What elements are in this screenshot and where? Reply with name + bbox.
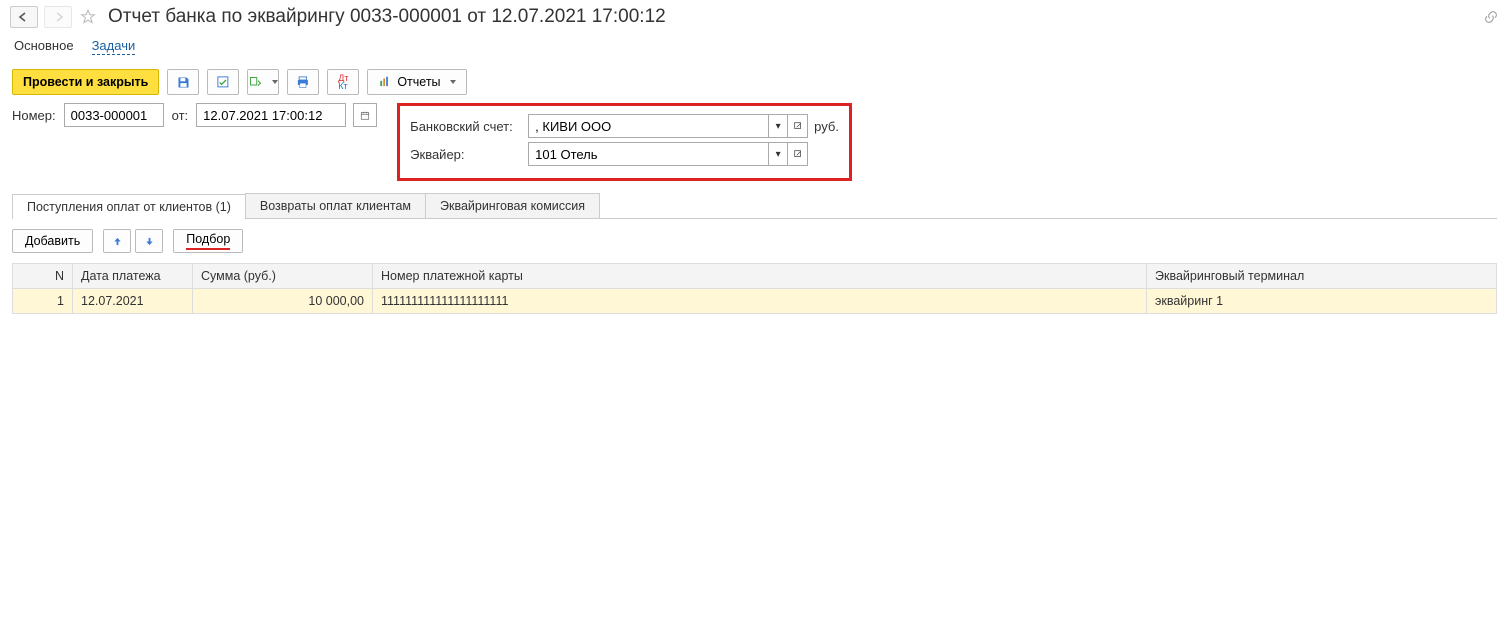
cell-terminal: эквайринг 1 (1147, 289, 1497, 314)
number-label: Номер: (12, 108, 56, 123)
currency-label: руб. (814, 119, 839, 134)
payments-table: N Дата платежа Сумма (руб.) Номер платеж… (12, 263, 1497, 314)
number-input[interactable] (64, 103, 164, 127)
table-row[interactable]: 1 12.07.2021 10 000,00 11111111111111111… (13, 289, 1497, 314)
bank-account-open-button[interactable] (788, 114, 808, 138)
cell-card: 111111111111111111111 (373, 289, 1147, 314)
col-sum[interactable]: Сумма (руб.) (193, 264, 373, 289)
move-down-button[interactable] (135, 229, 163, 253)
from-label: от: (172, 108, 189, 123)
acquirer-input[interactable] (528, 142, 768, 166)
bank-account-dropdown-button[interactable]: ▾ (768, 114, 788, 138)
create-based-on-button[interactable] (247, 69, 279, 95)
post-and-close-button[interactable]: Провести и закрыть (12, 69, 159, 95)
move-up-button[interactable] (103, 229, 131, 253)
cell-n: 1 (13, 289, 73, 314)
tab-returns[interactable]: Возвраты оплат клиентам (245, 193, 426, 218)
favorite-star-icon[interactable] (78, 7, 98, 27)
forward-button[interactable] (44, 6, 72, 28)
reports-label: Отчеты (397, 75, 440, 89)
reports-button[interactable]: Отчеты (367, 69, 466, 95)
tab-commission[interactable]: Эквайринговая комиссия (425, 193, 600, 218)
cell-sum: 10 000,00 (193, 289, 373, 314)
page-title: Отчет банка по эквайрингу 0033-000001 от… (108, 6, 666, 28)
post-button[interactable] (207, 69, 239, 95)
pick-button[interactable]: Подбор (173, 229, 243, 253)
col-terminal[interactable]: Эквайринговый терминал (1147, 264, 1497, 289)
acquirer-open-button[interactable] (788, 142, 808, 166)
print-button[interactable] (287, 69, 319, 95)
back-button[interactable] (10, 6, 38, 28)
tab-incoming[interactable]: Поступления оплат от клиентов (1) (12, 194, 246, 219)
subnav-main[interactable]: Основное (14, 38, 74, 55)
dtct-button[interactable]: ДтКт (327, 69, 359, 95)
add-button[interactable]: Добавить (12, 229, 93, 253)
date-input[interactable] (196, 103, 346, 127)
highlighted-fields-box: Банковский счет: ▾ руб. Эквайер: ▾ (397, 103, 852, 181)
cell-date: 12.07.2021 (73, 289, 193, 314)
col-date[interactable]: Дата платежа (73, 264, 193, 289)
col-n[interactable]: N (13, 264, 73, 289)
calendar-button[interactable] (353, 103, 377, 127)
bank-account-label: Банковский счет: (410, 119, 522, 134)
subnav-tasks[interactable]: Задачи (92, 38, 136, 55)
bank-account-input[interactable] (528, 114, 768, 138)
save-button[interactable] (167, 69, 199, 95)
link-icon[interactable] (1483, 9, 1499, 25)
col-card[interactable]: Номер платежной карты (373, 264, 1147, 289)
acquirer-dropdown-button[interactable]: ▾ (768, 142, 788, 166)
pick-label: Подбор (186, 232, 230, 250)
acquirer-label: Эквайер: (410, 147, 522, 162)
